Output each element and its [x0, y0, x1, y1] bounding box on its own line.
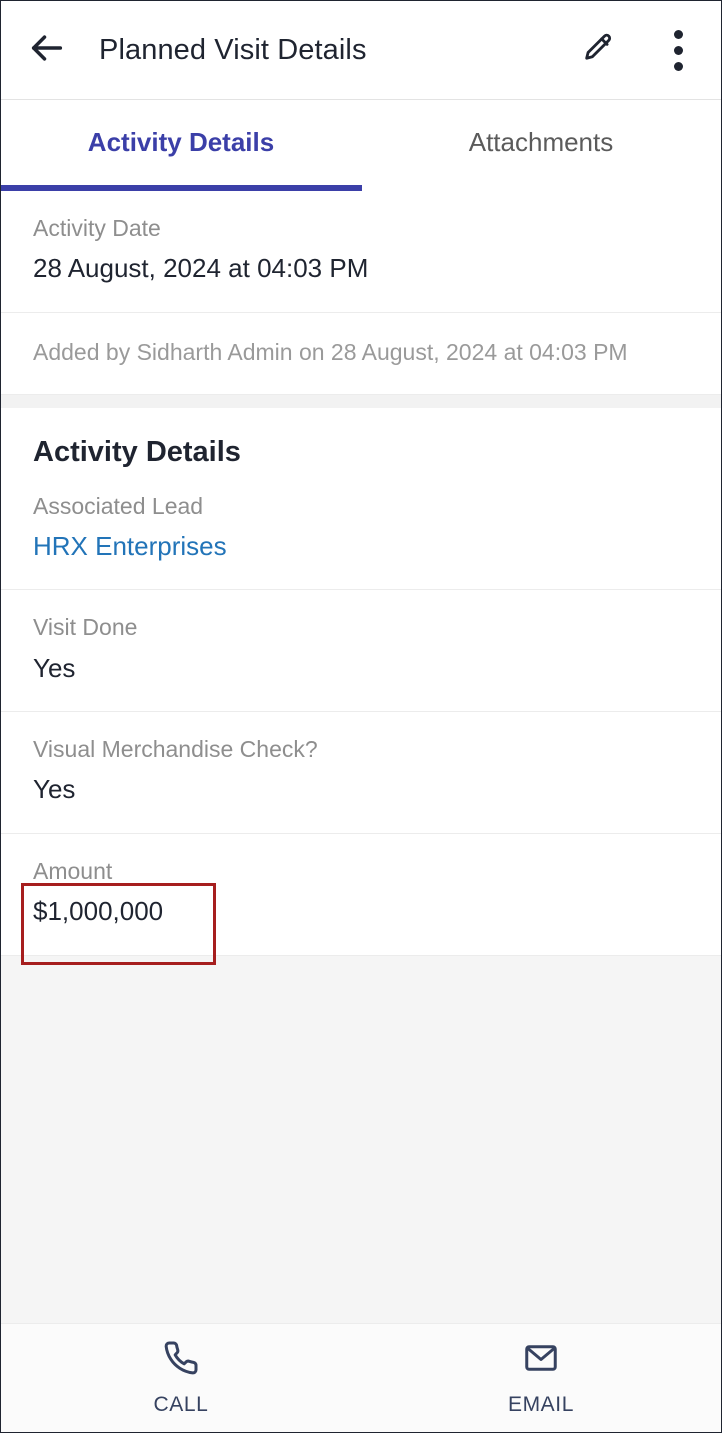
- field-activity-date-value: 28 August, 2024 at 04:03 PM: [33, 253, 369, 284]
- field-amount-value: $1,000,000: [33, 895, 164, 926]
- field-associated-lead-label: Associated Lead: [33, 492, 204, 519]
- edit-button[interactable]: [561, 1, 635, 100]
- bottom-action-bar: CALL EMAIL: [1, 1323, 721, 1432]
- section-heading: Activity Details: [1, 407, 721, 469]
- activity-date-card: Activity Date 28 August, 2024 at 04:03 P…: [1, 191, 721, 395]
- pencil-icon: [581, 31, 615, 70]
- field-visit-done[interactable]: Visit Done Yes: [1, 590, 721, 713]
- field-visit-done-value: Yes: [33, 652, 76, 683]
- tab-activity-details-label: Activity Details: [87, 127, 275, 157]
- field-visual-merchandise-check-label: Visual Merchandise Check?: [33, 736, 318, 763]
- field-amount-label: Amount: [33, 857, 113, 884]
- more-vertical-icon: [673, 29, 683, 71]
- app-bar: Planned Visit Details: [1, 1, 721, 100]
- arrow-left-icon: [27, 28, 67, 73]
- app-screen: Planned Visit Details Activity Details A…: [0, 0, 722, 1433]
- added-by-row: Added by Sidharth Admin on 28 August, 20…: [1, 312, 721, 395]
- overflow-menu-button[interactable]: [635, 1, 721, 100]
- field-amount[interactable]: Amount $1,000,000: [1, 833, 721, 956]
- page-title: Planned Visit Details: [99, 33, 367, 66]
- tab-bar: Activity Details Attachments: [1, 100, 721, 191]
- email-button[interactable]: EMAIL: [361, 1324, 721, 1432]
- content-scroll-area[interactable]: Activity Date 28 August, 2024 at 04:03 P…: [1, 191, 721, 1323]
- activity-details-card: Activity Details Associated Lead HRX Ent…: [1, 407, 721, 956]
- associated-lead-link[interactable]: HRX Enterprises: [33, 528, 689, 566]
- field-visual-merchandise-check-value: Yes: [33, 774, 76, 805]
- call-button-label: CALL: [153, 1392, 209, 1416]
- tab-attachments[interactable]: Attachments: [361, 100, 721, 191]
- back-button[interactable]: [1, 1, 93, 100]
- added-by-text: Added by Sidharth Admin on 28 August, 20…: [33, 338, 628, 365]
- field-activity-date[interactable]: Activity Date 28 August, 2024 at 04:03 P…: [1, 191, 721, 313]
- field-activity-date-label: Activity Date: [33, 215, 161, 241]
- field-visit-done-label: Visit Done: [33, 614, 138, 641]
- field-associated-lead[interactable]: Associated Lead HRX Enterprises: [1, 468, 721, 591]
- section-gap: [1, 394, 721, 408]
- phone-icon: [163, 1340, 199, 1381]
- field-visual-merchandise-check[interactable]: Visual Merchandise Check? Yes: [1, 712, 721, 834]
- call-button[interactable]: CALL: [1, 1324, 361, 1432]
- email-button-label: EMAIL: [507, 1392, 575, 1416]
- tab-attachments-label: Attachments: [468, 127, 614, 157]
- tab-activity-details[interactable]: Activity Details: [1, 100, 361, 191]
- mail-icon: [523, 1340, 559, 1381]
